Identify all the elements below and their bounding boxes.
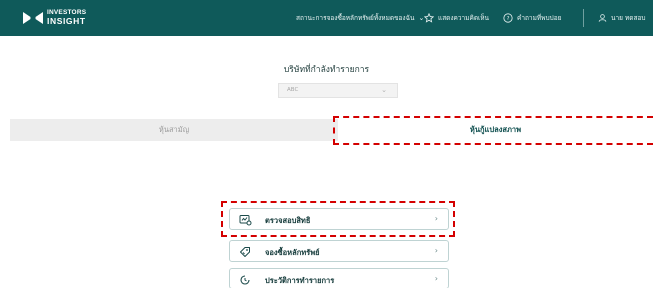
menu-item-subscribe[interactable]: จองซื้อหลักทรัพย์ › [229,240,449,262]
chevron-down-icon: ⌄ [381,86,387,94]
nav-user-menu[interactable]: นาย ทดสอบ [598,0,645,36]
tab-convertible-bond[interactable]: หุ้นกู้แปลงสภาพ [338,119,653,141]
chevron-right-icon: › [434,274,438,283]
logo-mark-icon [23,12,43,24]
top-header-bar: INVESTORS INSIGHT สถานะการจองซื้อหลักทรั… [0,0,653,36]
nav-faq-label: คำถามที่พบบ่อย [517,14,562,22]
logo-text-line1: INVESTORS [47,9,87,16]
history-clock-icon [238,273,252,287]
company-label: บริษัทที่กำลังทำรายการ [283,65,370,75]
nav-subscription-status[interactable]: สถานะการจองซื้อหลักทรัพย์ทั้งหมดของฉัน ⌄ [296,0,424,36]
nav-divider [583,9,584,27]
help-circle-icon: ? [503,13,513,23]
chevron-right-icon: › [434,214,438,223]
nav-subscription-status-label: สถานะการจองซื้อหลักทรัพย์ทั้งหมดของฉัน [296,14,415,22]
nav-feedback-label: แสดงความคิดเห็น [438,14,490,22]
tab-common-stock-label: หุ้นสามัญ [158,125,190,134]
tab-common-stock[interactable]: หุ้นสามัญ [10,119,338,141]
nav-feedback[interactable]: แสดงความคิดเห็น [424,0,489,36]
tab-convertible-bond-label: หุ้นกู้แปลงสภาพ [469,125,522,134]
menu-item-check-rights[interactable]: ตรวจสอบสิทธิ › [229,208,449,230]
menu-item-transaction-history[interactable]: ประวัติการทำรายการ › [229,268,449,288]
company-select-value: ABC [287,87,299,93]
user-icon [598,13,607,23]
star-icon [424,13,434,23]
security-type-tabs: หุ้นสามัญ หุ้นกู้แปลงสภาพ [10,119,653,141]
nav-faq[interactable]: ? คำถามที่พบบ่อย [503,0,561,36]
svg-text:?: ? [507,16,510,22]
menu-item-label: จองซื้อหลักทรัพย์ [265,248,320,257]
menu-item-label: ตรวจสอบสิทธิ [265,216,311,225]
company-select[interactable]: ABC ⌄ [278,83,398,98]
menu-item-label: ประวัติการทำรายการ [265,276,335,285]
verify-document-icon [238,213,252,227]
investors-insight-logo[interactable]: INVESTORS INSIGHT [22,9,142,29]
chevron-right-icon: › [434,246,438,255]
nav-user-name: นาย ทดสอบ [611,14,646,22]
logo-text-line2: INSIGHT [47,16,86,26]
tag-icon [238,245,252,259]
